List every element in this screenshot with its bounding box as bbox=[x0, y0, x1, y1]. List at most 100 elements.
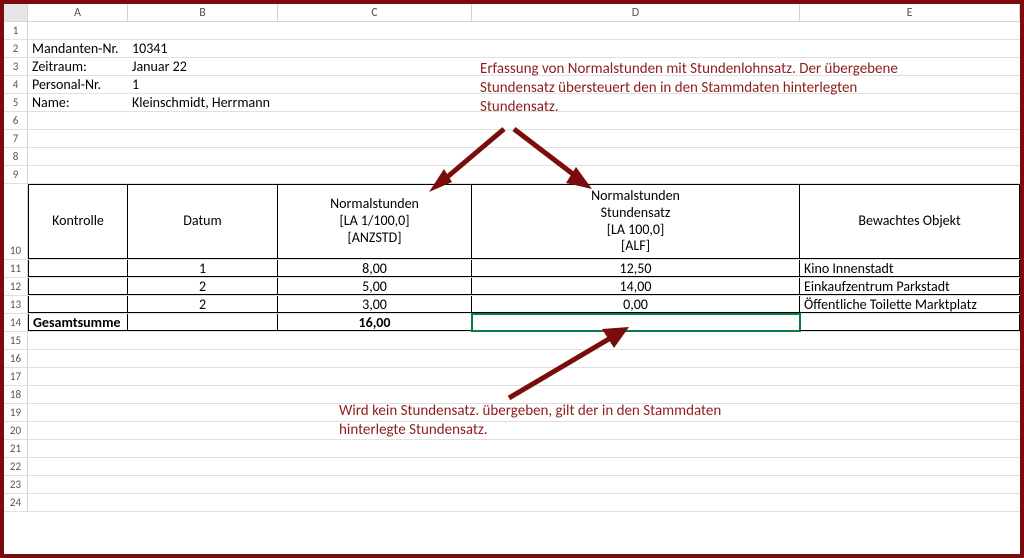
th-datum[interactable]: Datum bbox=[128, 184, 278, 259]
cell-D7[interactable] bbox=[472, 130, 800, 147]
cell-C11[interactable]: 8,00 bbox=[278, 260, 472, 277]
cell-D12[interactable]: 14,00 bbox=[472, 278, 800, 295]
cell-C24[interactable] bbox=[278, 494, 472, 511]
cell-B19[interactable] bbox=[128, 404, 278, 421]
cell-A18[interactable] bbox=[28, 386, 128, 403]
cell-B12[interactable]: 2 bbox=[128, 278, 278, 295]
col-header-A[interactable]: A bbox=[28, 4, 128, 21]
cell-E19[interactable] bbox=[800, 404, 1020, 421]
cell-C18[interactable] bbox=[278, 386, 472, 403]
th-normalstunden[interactable]: Normalstunden [LA 1/100,0] [ANZSTD] bbox=[278, 184, 472, 259]
cell-E8[interactable] bbox=[800, 148, 1020, 165]
cell-E13[interactable]: Öffentliche Toilette Marktplatz bbox=[800, 296, 1020, 313]
cell-E20[interactable] bbox=[800, 422, 1020, 439]
row-header-15[interactable]: 15 bbox=[4, 332, 28, 349]
cell-D18[interactable] bbox=[472, 386, 800, 403]
row-header-23[interactable]: 23 bbox=[4, 476, 28, 493]
cell-B3[interactable]: Januar 22 bbox=[128, 58, 278, 75]
row-header-1[interactable]: 1 bbox=[4, 22, 28, 39]
cell-B7[interactable] bbox=[128, 130, 278, 147]
cell-B24[interactable] bbox=[128, 494, 278, 511]
cell-B16[interactable] bbox=[128, 350, 278, 367]
cell-C16[interactable] bbox=[278, 350, 472, 367]
row-header-19[interactable]: 19 bbox=[4, 404, 28, 421]
th-objekt[interactable]: Bewachtes Objekt bbox=[800, 184, 1020, 259]
cell-B8[interactable] bbox=[128, 148, 278, 165]
cell-C12[interactable]: 5,00 bbox=[278, 278, 472, 295]
cell-C2[interactable] bbox=[278, 40, 472, 57]
cell-C22[interactable] bbox=[278, 458, 472, 475]
cell-E23[interactable] bbox=[800, 476, 1020, 493]
col-header-E[interactable]: E bbox=[800, 4, 1020, 21]
select-all-corner[interactable] bbox=[4, 4, 28, 21]
cell-D23[interactable] bbox=[472, 476, 800, 493]
row-header-20[interactable]: 20 bbox=[4, 422, 28, 439]
cell-A5[interactable]: Name: bbox=[28, 94, 128, 111]
row-header-13[interactable]: 13 bbox=[4, 296, 28, 313]
cell-A11[interactable] bbox=[28, 260, 128, 277]
cell-A7[interactable] bbox=[28, 130, 128, 147]
cell-E1[interactable] bbox=[800, 22, 1020, 39]
cell-E2[interactable] bbox=[800, 40, 1020, 57]
cell-C6[interactable] bbox=[278, 112, 472, 129]
cell-B5[interactable]: Kleinschmidt, Herrmann bbox=[128, 94, 278, 111]
cell-D9[interactable] bbox=[472, 166, 800, 183]
cell-C5[interactable] bbox=[278, 94, 472, 111]
cell-E16[interactable] bbox=[800, 350, 1020, 367]
row-header-12[interactable]: 12 bbox=[4, 278, 28, 295]
cell-A14-gesamtsumme[interactable]: Gesamtsumme bbox=[28, 314, 128, 331]
cell-D15[interactable] bbox=[472, 332, 800, 349]
cell-D13[interactable]: 0,00 bbox=[472, 296, 800, 313]
cell-A24[interactable] bbox=[28, 494, 128, 511]
cell-A17[interactable] bbox=[28, 368, 128, 385]
cell-E22[interactable] bbox=[800, 458, 1020, 475]
cell-D14-selected[interactable] bbox=[472, 314, 800, 331]
col-header-C[interactable]: C bbox=[278, 4, 472, 21]
col-header-D[interactable]: D bbox=[472, 4, 800, 21]
row-header-11[interactable]: 11 bbox=[4, 260, 28, 277]
cell-A21[interactable] bbox=[28, 440, 128, 457]
cell-A20[interactable] bbox=[28, 422, 128, 439]
cell-A9[interactable] bbox=[28, 166, 128, 183]
cell-D21[interactable] bbox=[472, 440, 800, 457]
cell-A16[interactable] bbox=[28, 350, 128, 367]
cell-D2[interactable] bbox=[472, 40, 800, 57]
cell-A23[interactable] bbox=[28, 476, 128, 493]
cell-E15[interactable] bbox=[800, 332, 1020, 349]
cell-D1[interactable] bbox=[472, 22, 800, 39]
cell-C3[interactable] bbox=[278, 58, 472, 75]
cell-C21[interactable] bbox=[278, 440, 472, 457]
cell-C1[interactable] bbox=[278, 22, 472, 39]
cell-B20[interactable] bbox=[128, 422, 278, 439]
cell-B13[interactable]: 2 bbox=[128, 296, 278, 313]
cell-A22[interactable] bbox=[28, 458, 128, 475]
cell-A15[interactable] bbox=[28, 332, 128, 349]
cell-B22[interactable] bbox=[128, 458, 278, 475]
cell-B14[interactable] bbox=[128, 314, 278, 331]
cell-C8[interactable] bbox=[278, 148, 472, 165]
th-stundensatz[interactable]: Normalstunden Stundensatz [LA 100,0] [AL… bbox=[472, 184, 800, 259]
cell-B21[interactable] bbox=[128, 440, 278, 457]
cell-C14[interactable]: 16,00 bbox=[278, 314, 472, 331]
col-header-B[interactable]: B bbox=[128, 4, 278, 21]
row-header-17[interactable]: 17 bbox=[4, 368, 28, 385]
cell-E14[interactable] bbox=[800, 314, 1020, 331]
cell-A19[interactable] bbox=[28, 404, 128, 421]
row-header-10[interactable]: 10 bbox=[4, 184, 28, 259]
cell-A13[interactable] bbox=[28, 296, 128, 313]
cell-A4[interactable]: Personal-Nr. bbox=[28, 76, 128, 93]
row-header-2[interactable]: 2 bbox=[4, 40, 28, 57]
cell-E18[interactable] bbox=[800, 386, 1020, 403]
row-header-4[interactable]: 4 bbox=[4, 76, 28, 93]
cell-A6[interactable] bbox=[28, 112, 128, 129]
cell-C7[interactable] bbox=[278, 130, 472, 147]
cell-E12[interactable]: Einkaufzentrum Parkstadt bbox=[800, 278, 1020, 295]
row-header-3[interactable]: 3 bbox=[4, 58, 28, 75]
row-header-24[interactable]: 24 bbox=[4, 494, 28, 511]
row-header-5[interactable]: 5 bbox=[4, 94, 28, 111]
cell-C17[interactable] bbox=[278, 368, 472, 385]
cell-B4[interactable]: 1 bbox=[128, 76, 278, 93]
cell-E9[interactable] bbox=[800, 166, 1020, 183]
cell-A3[interactable]: Zeitraum: bbox=[28, 58, 128, 75]
cell-E17[interactable] bbox=[800, 368, 1020, 385]
